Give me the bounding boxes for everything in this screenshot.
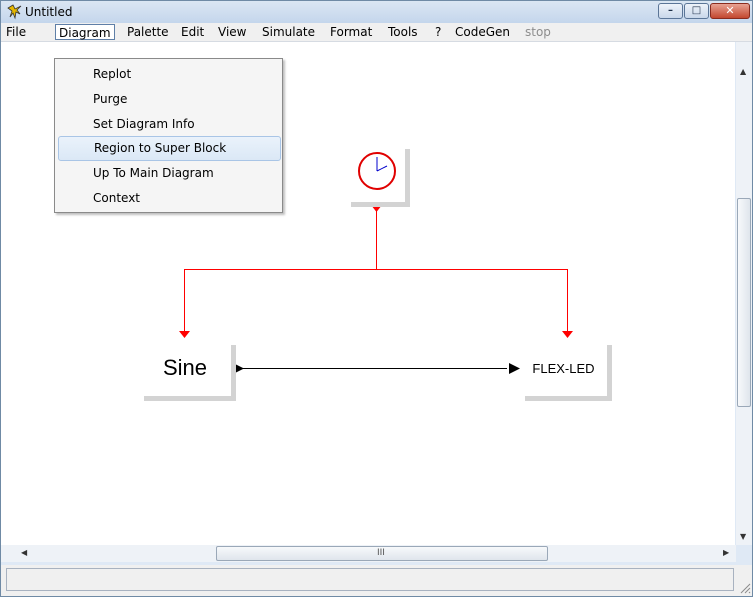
app-icon (7, 4, 22, 20)
minimize-button[interactable]: – (658, 3, 683, 19)
menu-item-context[interactable]: Context (56, 186, 281, 211)
vertical-scroll-thumb[interactable] (737, 198, 751, 407)
menu-format[interactable]: Format (327, 24, 375, 40)
menu-file[interactable]: File (3, 24, 29, 40)
minimize-icon: – (668, 5, 673, 16)
event-in-port-sine[interactable] (179, 331, 190, 338)
scroll-down-icon[interactable]: ▼ (740, 532, 746, 542)
menu-tools[interactable]: Tools (385, 24, 421, 40)
title-bar[interactable]: Untitled – □ ✕ (1, 1, 752, 23)
horizontal-scrollbar[interactable]: ◀ III ▶ (1, 545, 736, 562)
menu-item-up-to-main-diagram[interactable]: Up To Main Diagram (56, 161, 281, 186)
menu-simulate[interactable]: Simulate (259, 24, 318, 40)
menu-item-replot[interactable]: Replot (56, 62, 281, 87)
sine-block-label: Sine (162, 355, 208, 380)
menu-palette[interactable]: Palette (124, 24, 172, 40)
scroll-right-icon[interactable]: ▶ (723, 548, 729, 558)
menu-help[interactable]: ? (432, 24, 444, 40)
menu-codegen[interactable]: CodeGen (452, 24, 513, 40)
scroll-up-icon[interactable]: ▲ (740, 67, 746, 77)
flex-led-block-label: FLEX-LED (532, 360, 595, 376)
menu-diagram[interactable]: Diagram (55, 24, 115, 40)
status-bar (1, 565, 752, 596)
clock-block[interactable] (346, 144, 405, 202)
event-out-port[interactable] (371, 205, 382, 212)
scroll-left-icon[interactable]: ◀ (21, 548, 27, 558)
flex-led-block[interactable]: FLEX-LED (520, 340, 607, 396)
scroll-grip-icon: III (377, 548, 385, 558)
menu-edit[interactable]: Edit (178, 24, 207, 40)
data-out-port[interactable] (233, 363, 244, 374)
menu-stop: stop (525, 25, 551, 39)
clock-icon (358, 152, 396, 190)
menu-view[interactable]: View (215, 24, 249, 40)
menu-item-set-diagram-info[interactable]: Set Diagram Info (56, 112, 281, 137)
vertical-scrollbar[interactable]: ▲ ▼ (736, 42, 752, 545)
maximize-icon: □ (691, 5, 702, 16)
close-icon: ✕ (725, 4, 735, 17)
event-links (184, 210, 568, 333)
event-link-to-sine[interactable] (184, 269, 377, 333)
menu-item-region-to-super-block[interactable]: Region to Super Block (58, 136, 281, 161)
window-title: Untitled (25, 5, 73, 19)
horizontal-scroll-thumb[interactable]: III (216, 546, 548, 561)
menu-item-purge[interactable]: Purge (56, 87, 281, 112)
sine-block[interactable]: Sine (139, 340, 231, 396)
close-button[interactable]: ✕ (710, 3, 750, 19)
menu-bar: File Diagram Palette Edit View Simulate … (1, 23, 752, 42)
data-in-port[interactable] (509, 363, 520, 374)
maximize-button[interactable]: □ (684, 3, 709, 19)
resize-grip-icon[interactable] (739, 582, 751, 594)
event-link-to-led[interactable] (376, 269, 568, 333)
app-window: Untitled – □ ✕ File Diagram Palette Edit… (0, 0, 753, 597)
diagram-menu-dropdown: Replot Purge Set Diagram Info Region to … (54, 58, 283, 213)
event-in-port-led[interactable] (562, 331, 573, 338)
status-field (6, 568, 734, 591)
